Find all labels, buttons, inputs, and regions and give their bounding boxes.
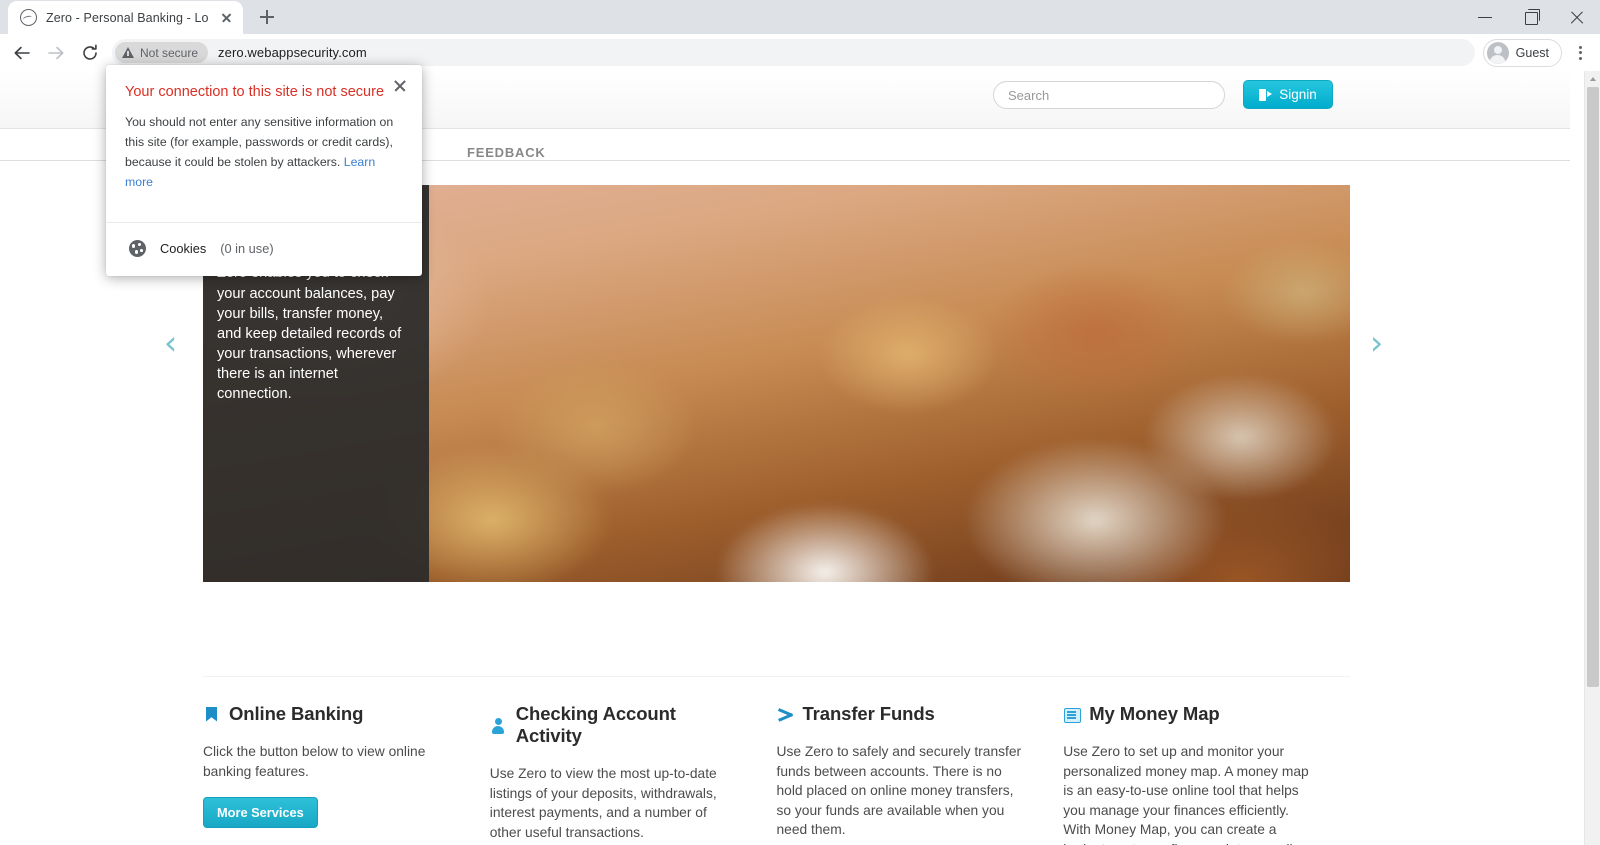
section-divider bbox=[203, 676, 1350, 677]
tab-strip: Zero - Personal Banking - Loans bbox=[0, 0, 1600, 34]
security-popup-body: Your connection to this site is not secu… bbox=[106, 65, 422, 222]
browser-window: Zero - Personal Banking - Loans Not secu… bbox=[0, 0, 1600, 845]
feature-header: Checking Account Activity bbox=[490, 703, 737, 747]
reload-icon[interactable] bbox=[74, 37, 106, 69]
feature-body: Use Zero to view the most up-to-date lis… bbox=[489, 766, 717, 840]
feature-header: Transfer Funds bbox=[777, 703, 1024, 725]
scrollbar-thumb[interactable] bbox=[1587, 87, 1599, 687]
warning-icon bbox=[122, 47, 134, 58]
features-section: Online Banking Click the button below to… bbox=[203, 703, 1350, 845]
feature-checking-account-activity: Checking Account Activity Use Zero to vi… bbox=[490, 703, 777, 845]
new-tab-button[interactable] bbox=[253, 3, 281, 31]
close-icon[interactable] bbox=[218, 9, 235, 26]
user-icon bbox=[490, 717, 507, 734]
omnibox[interactable]: Not secure zero.webappsecurity.com bbox=[112, 39, 1475, 66]
feature-header: My Money Map bbox=[1063, 703, 1310, 725]
not-secure-badge[interactable]: Not secure bbox=[115, 42, 209, 63]
scroll-up-icon[interactable] bbox=[1589, 77, 1596, 81]
profile-name: Guest bbox=[1515, 45, 1549, 60]
minimize-icon[interactable] bbox=[1462, 0, 1508, 34]
more-services-button[interactable]: More Services bbox=[203, 797, 318, 829]
url-text: zero.webappsecurity.com bbox=[218, 45, 367, 60]
forward-icon[interactable] bbox=[40, 37, 72, 69]
carousel-next-icon[interactable]: › bbox=[1370, 323, 1383, 362]
window-controls bbox=[1462, 0, 1600, 34]
feature-my-money-map: My Money Map Use Zero to set up and moni… bbox=[1063, 703, 1350, 845]
avatar bbox=[1486, 41, 1509, 64]
nav-item-feedback[interactable]: FEEDBACK bbox=[467, 145, 546, 160]
back-icon[interactable] bbox=[6, 37, 38, 69]
security-popup-title: Your connection to this site is not secu… bbox=[125, 84, 385, 100]
feature-header: Online Banking bbox=[203, 703, 450, 725]
bookmark-icon bbox=[203, 706, 220, 723]
feature-title: Checking Account Activity bbox=[515, 703, 676, 746]
feature-title: My Money Map bbox=[1089, 703, 1220, 724]
page-scrollbar[interactable] bbox=[1584, 71, 1600, 845]
globe-icon bbox=[20, 9, 37, 26]
feature-body: Use Zero to safely and securely transfer… bbox=[776, 744, 1022, 838]
shuffle-icon bbox=[777, 706, 794, 723]
browser-tab[interactable]: Zero - Personal Banking - Loans bbox=[8, 1, 243, 34]
feature-online-banking: Online Banking Click the button below to… bbox=[203, 703, 490, 845]
feature-title: Online Banking bbox=[229, 703, 364, 724]
cookies-row[interactable]: Cookies (0 in use) bbox=[106, 223, 422, 276]
cookies-count: (0 in use) bbox=[220, 241, 274, 257]
feature-title: Transfer Funds bbox=[802, 703, 935, 724]
feature-body: Click the button below to view online ba… bbox=[203, 744, 426, 779]
cookies-label: Cookies bbox=[160, 241, 207, 257]
feature-body: Use Zero to set up and monitor your pers… bbox=[1063, 744, 1309, 845]
cookie-icon bbox=[129, 240, 146, 258]
signin-label: Signin bbox=[1279, 87, 1317, 102]
security-popup-text: You should not enter any sensitive infor… bbox=[125, 113, 401, 193]
signin-button[interactable]: Signin bbox=[1243, 80, 1333, 109]
search-input[interactable] bbox=[993, 81, 1225, 109]
tab-title: Zero - Personal Banking - Loans bbox=[46, 10, 209, 25]
carousel-prev-icon[interactable]: ‹ bbox=[164, 323, 177, 362]
kebab-menu-icon[interactable] bbox=[1566, 38, 1594, 68]
close-window-icon[interactable] bbox=[1554, 0, 1600, 34]
list-icon bbox=[1063, 706, 1082, 723]
profile-chip[interactable]: Guest bbox=[1482, 38, 1562, 67]
not-secure-label: Not secure bbox=[140, 45, 199, 60]
feature-transfer-funds: Transfer Funds Use Zero to safely and se… bbox=[777, 703, 1064, 845]
close-icon[interactable] bbox=[391, 77, 409, 95]
site-security-popup: Your connection to this site is not secu… bbox=[106, 65, 422, 277]
signin-icon bbox=[1259, 88, 1272, 101]
maximize-icon[interactable] bbox=[1508, 0, 1554, 34]
